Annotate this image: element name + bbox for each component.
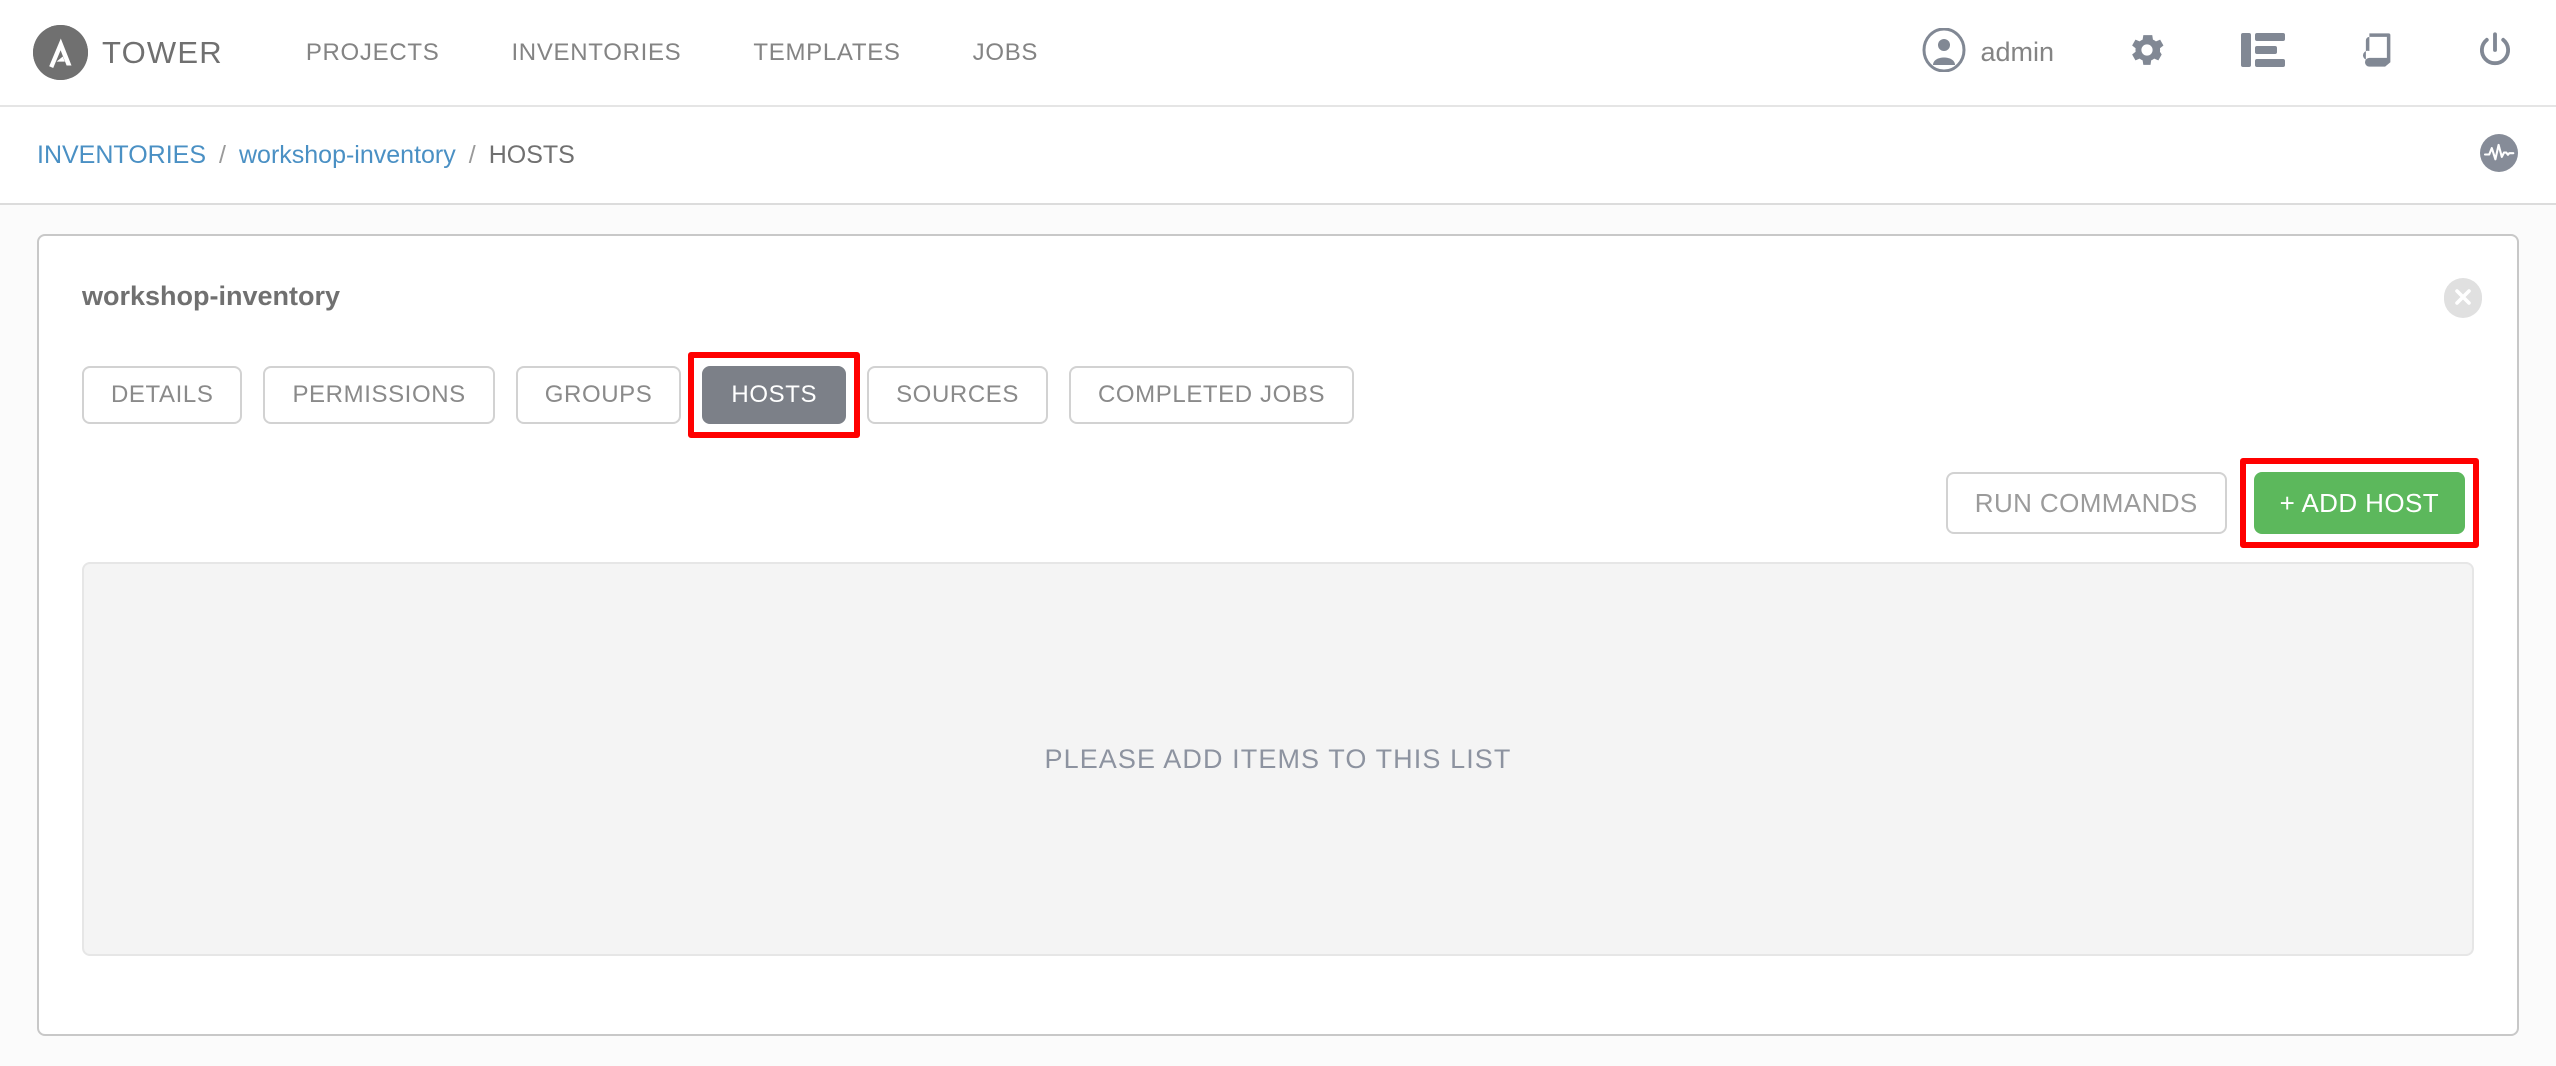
tab-completed-jobs[interactable]: COMPLETED JOBS xyxy=(1068,366,1355,424)
tab-details[interactable]: DETAILS xyxy=(82,366,243,424)
ansible-a-logo-icon xyxy=(33,25,88,80)
top-navigation-bar: TOWER PROJECTS INVENTORIES TEMPLATES JOB… xyxy=(0,0,2556,107)
breadcrumb-item-workshop-inventory[interactable]: workshop-inventory xyxy=(239,141,456,170)
highlight-box-add-host-button: + ADD HOST xyxy=(2239,458,2479,548)
close-button[interactable] xyxy=(2444,277,2482,321)
breadcrumb-separator: / xyxy=(468,140,476,169)
tab-sources[interactable]: SOURCES xyxy=(867,366,1048,424)
nav-item-projects[interactable]: PROJECTS xyxy=(306,39,476,67)
inventory-detail-card: workshop-inventory DETAILS PERMISSIONS G… xyxy=(37,234,2519,1036)
user-avatar-icon xyxy=(1922,27,1966,77)
main-nav: PROJECTS INVENTORIES TEMPLATES JOBS xyxy=(306,39,1074,67)
activity-stream-pulse-icon xyxy=(2480,133,2518,176)
empty-list-message: PLEASE ADD ITEMS TO THIS LIST xyxy=(1044,743,1512,774)
nav-item-inventories[interactable]: INVENTORIES xyxy=(475,39,717,67)
tab-permissions[interactable]: PERMISSIONS xyxy=(263,366,495,424)
add-host-button[interactable]: + ADD HOST xyxy=(2253,472,2465,534)
tab-wrap-details: DETAILS xyxy=(82,366,243,424)
gear-icon xyxy=(2126,29,2168,76)
inventory-tabs: DETAILS PERMISSIONS GROUPS HOSTS SOURCES… xyxy=(82,352,1355,438)
close-circle-icon xyxy=(2444,277,2482,321)
hosts-list-panel: PLEASE ADD ITEMS TO THIS LIST xyxy=(82,562,2474,956)
breadcrumb: INVENTORIES / workshop-inventory / HOSTS xyxy=(37,141,575,170)
activity-stream-button[interactable] xyxy=(2480,133,2518,177)
documentation-button[interactable] xyxy=(2356,30,2402,76)
tab-wrap-groups: GROUPS xyxy=(515,366,682,424)
breadcrumb-bar: INVENTORIES / workshop-inventory / HOSTS xyxy=(0,107,2556,205)
power-icon xyxy=(2474,29,2516,76)
tab-groups[interactable]: GROUPS xyxy=(515,366,682,424)
tab-wrap-sources: SOURCES xyxy=(867,366,1048,424)
user-menu[interactable]: admin xyxy=(1922,27,2054,77)
nav-item-jobs[interactable]: JOBS xyxy=(937,39,1074,67)
breadcrumb-item-hosts: HOSTS xyxy=(488,140,575,169)
logout-button[interactable] xyxy=(2472,30,2518,76)
breadcrumb-item-inventories[interactable]: INVENTORIES xyxy=(37,141,206,170)
highlight-box-hosts-tab: HOSTS xyxy=(688,352,861,438)
brand-name: TOWER xyxy=(102,34,223,70)
book-icon xyxy=(2358,29,2400,76)
brand-logo-link[interactable]: TOWER xyxy=(33,25,223,80)
run-commands-button[interactable]: RUN COMMANDS xyxy=(1945,472,2227,534)
tab-wrap-permissions: PERMISSIONS xyxy=(263,366,495,424)
page-title: workshop-inventory xyxy=(82,281,341,311)
tab-hosts[interactable]: HOSTS xyxy=(702,366,847,424)
nav-item-templates[interactable]: TEMPLATES xyxy=(717,39,936,67)
inventory-sync-button[interactable] xyxy=(2240,30,2286,76)
host-action-buttons: RUN COMMANDS + ADD HOST xyxy=(1945,458,2479,548)
top-nav-right-group: admin xyxy=(1922,27,2518,77)
breadcrumb-separator: / xyxy=(219,140,226,169)
settings-button[interactable] xyxy=(2124,30,2170,76)
server-list-icon xyxy=(2241,31,2285,74)
user-name-label: admin xyxy=(1980,37,2054,67)
tab-wrap-completed-jobs: COMPLETED JOBS xyxy=(1068,366,1355,424)
